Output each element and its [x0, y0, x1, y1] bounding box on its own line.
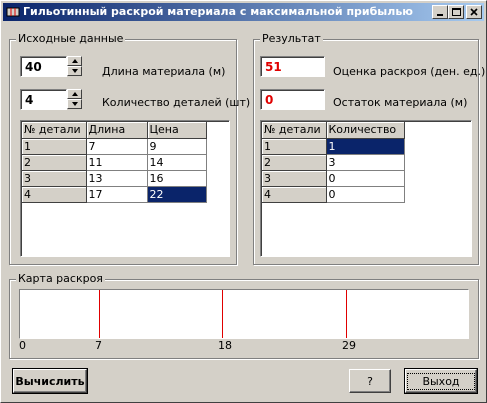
column-header: Длина	[86, 122, 148, 139]
arrow-down-icon	[71, 102, 78, 106]
table-cell: 4	[262, 186, 327, 203]
length-up-button[interactable]	[67, 56, 82, 66]
maximize-button[interactable]	[448, 5, 464, 19]
calculate-button[interactable]: Вычислить	[12, 368, 88, 394]
title-bar[interactable]: Гильотинный раскрой материала с максимал…	[3, 3, 484, 21]
length-label: Длина материала (м)	[102, 65, 226, 78]
table-cell[interactable]: 0	[326, 186, 405, 203]
table-cell: 4	[22, 186, 87, 203]
count-spinner[interactable]	[67, 89, 82, 110]
count-input[interactable]: 4	[20, 89, 67, 110]
app-icon	[6, 5, 20, 19]
table-row[interactable]: 3 0	[262, 170, 405, 187]
table-cell: 2	[22, 154, 87, 171]
column-header: № детали	[22, 122, 87, 139]
table-cell: 3	[22, 170, 87, 187]
count-value: 4	[25, 93, 34, 107]
column-header: № детали	[262, 122, 327, 139]
score-label: Оценка раскроя (ден. ед.)	[333, 65, 486, 78]
table-cell: 3	[262, 170, 327, 187]
selected-cell[interactable]: 22	[147, 186, 207, 203]
table-cell[interactable]: 11	[86, 154, 148, 171]
count-up-button[interactable]	[67, 89, 82, 99]
table-cell[interactable]: 3	[326, 154, 405, 171]
table-cell[interactable]: 13	[86, 170, 148, 187]
column-header: Количество	[326, 122, 405, 139]
length-value: 40	[25, 60, 42, 74]
arrow-up-icon	[71, 92, 78, 96]
help-button-label: ?	[367, 374, 373, 388]
table-row[interactable]: 1 7 9	[22, 138, 207, 155]
table-cell: 2	[262, 154, 327, 171]
table-cell[interactable]: 16	[147, 170, 207, 187]
arrow-up-icon	[71, 59, 78, 63]
tick-label: 0	[19, 339, 26, 352]
table-row[interactable]: 4 0	[262, 186, 405, 203]
exit-button[interactable]: Выход	[404, 368, 478, 394]
maximize-icon	[451, 8, 461, 16]
parts-table-header: № детали Длина Цена	[22, 122, 207, 139]
table-row[interactable]: 1 1	[262, 138, 405, 155]
table-cell[interactable]: 0	[326, 170, 405, 187]
table-cell[interactable]: 17	[86, 186, 148, 203]
table-row[interactable]: 4 17 22	[22, 186, 207, 203]
calculate-button-label: Вычислить	[15, 374, 85, 388]
rest-value: 0	[265, 93, 274, 107]
table-cell[interactable]: 14	[147, 154, 207, 171]
score-value: 51	[265, 60, 282, 74]
table-cell[interactable]: 7	[86, 138, 148, 155]
length-input[interactable]: 40	[20, 56, 67, 77]
count-label: Количество деталей (шт)	[102, 96, 251, 109]
tick-label: 7	[95, 339, 102, 352]
main-window: Гильотинный раскрой материала с максимал…	[0, 0, 487, 403]
table-row[interactable]: 2 11 14	[22, 154, 207, 171]
close-button[interactable]	[466, 5, 482, 19]
length-spinner[interactable]	[67, 56, 82, 77]
cut-line	[99, 290, 100, 338]
close-icon	[470, 8, 478, 16]
result-table-header: № детали Количество	[262, 122, 405, 139]
minimize-icon	[437, 14, 443, 16]
column-header: Цена	[147, 122, 207, 139]
window-title: Гильотинный раскрой материала с максимал…	[23, 5, 413, 18]
cutting-map	[19, 289, 469, 339]
tick-label: 29	[342, 339, 356, 352]
count-down-button[interactable]	[67, 99, 82, 109]
rest-field: 0	[260, 89, 325, 110]
rest-label: Остаток материала (м)	[333, 96, 468, 109]
result-group-title: Результат	[260, 32, 323, 45]
result-table[interactable]: № детали Количество 1 1 2 3 3 0 4 0	[260, 120, 472, 257]
cut-line	[346, 290, 347, 338]
table-cell[interactable]: 9	[147, 138, 207, 155]
table-cell: 1	[22, 138, 87, 155]
parts-table[interactable]: № детали Длина Цена 1 7 9 2 11 14 3 13 1…	[20, 120, 230, 257]
tick-label: 18	[218, 339, 232, 352]
help-button[interactable]: ?	[349, 369, 391, 393]
cut-line	[222, 290, 223, 338]
table-cell: 1	[262, 138, 327, 155]
input-group-title: Исходные данные	[16, 32, 126, 45]
minimize-button[interactable]	[432, 5, 448, 19]
length-down-button[interactable]	[67, 66, 82, 76]
map-group-title: Карта раскроя	[16, 272, 105, 285]
arrow-down-icon	[71, 69, 78, 73]
score-field: 51	[260, 56, 325, 77]
exit-button-label: Выход	[407, 372, 475, 390]
selected-cell[interactable]: 1	[326, 138, 405, 155]
table-row[interactable]: 2 3	[262, 154, 405, 171]
table-row[interactable]: 3 13 16	[22, 170, 207, 187]
